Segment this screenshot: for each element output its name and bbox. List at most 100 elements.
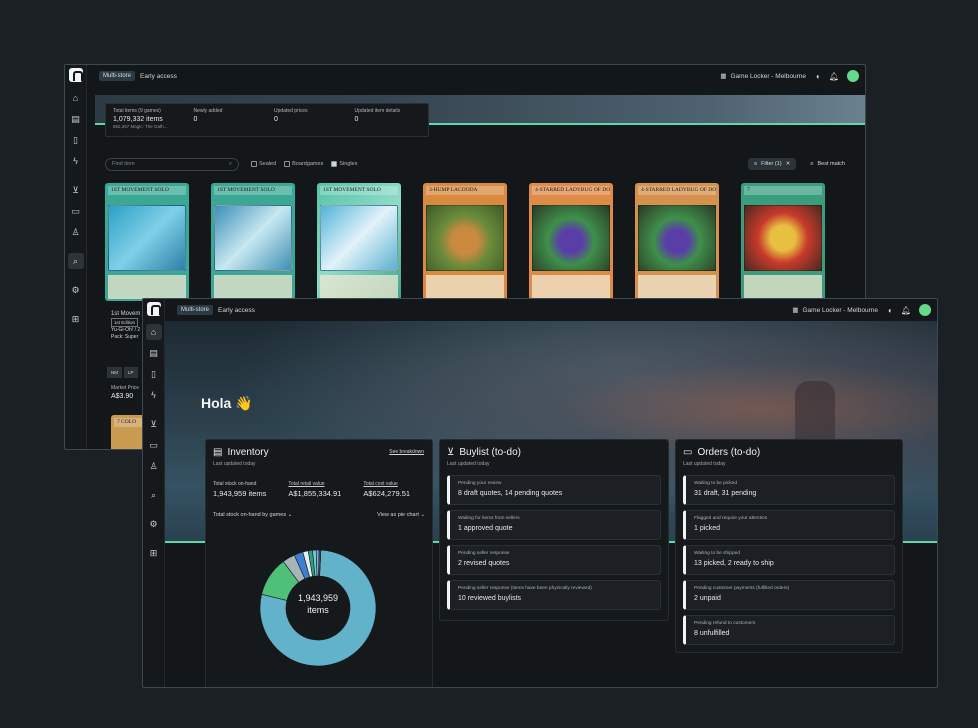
bookmark-icon[interactable]: ▯ [68,132,84,148]
wave-emoji: 👋 [235,395,253,411]
home-icon[interactable]: ⌂ [145,324,162,340]
bell-icon[interactable]: 🔔︎ [901,306,911,315]
market-price: Market Price A$3.90 [111,385,140,400]
metric-retail[interactable]: Total retail value A$1,855,334.91 [288,481,341,498]
card-grid: 1ST MOVEMENT SOLO 1ST MOVEMENT SOLO 1ST … [105,183,825,301]
task-item[interactable]: Waiting for items from sellers 1 approved… [447,510,661,540]
multi-store-badge[interactable]: Multi-store [177,305,214,315]
store-selector[interactable]: ▦ Game Locker - Melbourne [792,306,878,315]
donut-chart: 1,943,959 items [256,546,380,670]
sidebar: ⌂ ▤ ▯ ϟ ⊻ ▭ ♙ ⌕ ⚙ ⊞ [65,65,87,449]
condition-lp[interactable]: LP [124,367,138,378]
task-item[interactable]: Flagged and require your attention 1 pick… [683,510,895,540]
bookmark-icon[interactable]: ▯ [146,366,162,382]
home-icon[interactable]: ⌂ [68,90,84,106]
product-card[interactable]: 1ST MOVEMENT SOLO [105,183,189,301]
metric-cost[interactable]: Total cost value A$624,279.51 [363,481,410,498]
donut-center-label: 1,943,959 items [297,593,339,615]
avatar[interactable] [847,70,859,82]
task-item[interactable]: Pending refund to customers 8 unfulfilled [683,615,895,645]
orders-panel: ▭ Orders (to-do) Last updated today Waiti… [675,439,903,653]
filter-icon: ≡ [753,161,758,167]
view-toggle-dropdown[interactable]: View as pie chart ⌄ [377,512,425,518]
store-icon: ▦ [792,307,799,314]
search-icon: ⌕ [228,160,232,167]
group-by-dropdown[interactable]: Total stock on-hand by games ⌄ [213,512,292,518]
orders-title: ▭ Orders (to-do) [683,447,761,458]
stat-updated-prices: Updated prices 0 [274,108,308,123]
early-access-label: Early access [218,306,255,314]
metric-stock: Total stock on-hand 1,943,959 items [213,481,267,498]
top-bar: Multi-store Early access ▦ Game Locker - … [87,65,865,87]
task-item[interactable]: Pending seller response (items have been… [447,580,661,610]
inbox-icon[interactable]: ▭ [68,203,84,219]
sort-button[interactable]: ≡ Best match [804,158,851,170]
task-item[interactable]: Pending seller response 2 revised quotes [447,545,661,575]
search-input[interactable]: Find item ⌕ [105,157,239,171]
checkbox-boardgames[interactable]: Boardgames [284,161,323,167]
product-card[interactable]: 1ST MOVEMENT SOLO [317,183,401,301]
stat-total-items: Total items (9 games) 1,079,332 items 86… [113,108,168,129]
product-card[interactable]: 4-STARRED LADYBUG OF DOOM [529,183,613,301]
product-card[interactable]: 7 [741,183,825,301]
stat-newly-added: Newly added 0 [193,108,223,123]
inventory-metrics: Total stock on-hand 1,943,959 items Tota… [213,481,425,498]
apps-icon[interactable]: ⊞ [68,311,84,327]
product-card[interactable]: 3-HUMP LACOODA [423,183,507,301]
buylist-panel: ⊻ Buylist (to-do) Last updated today Pend… [439,439,669,621]
lightning-icon[interactable]: ϟ [146,387,162,403]
avatar[interactable] [919,304,931,316]
filter-row: Find item ⌕ Sealed Boardgames Singles ≡ … [105,157,851,171]
bell-icon[interactable]: 🔔︎ [829,72,839,81]
store-selector[interactable]: ▦ Game Locker - Melbourne [720,72,806,81]
checkbox-singles[interactable]: Singles [331,161,357,167]
sidebar: ⌂ ▤ ▯ ϟ ⊻ ▭ ♙ ⌕ ⚙ ⊞ [143,299,165,687]
clipboard-icon[interactable]: ▤ [68,111,84,127]
front-window: ⌂ ▤ ▯ ϟ ⊻ ▭ ♙ ⌕ ⚙ ⊞ Multi-store Early ac… [142,298,938,688]
task-item[interactable]: Waiting to be picked 31 draft, 31 pending [683,475,895,505]
buylist-tasks: Pending your review 8 draft quotes, 14 pe… [447,475,661,610]
cart-icon[interactable]: ⊻ [146,416,162,432]
clipboard-icon[interactable]: ▤ [146,345,162,361]
stats-panel: Total items (9 games) 1,079,332 items 86… [105,103,429,137]
sort-icon: ≡ [810,161,814,167]
product-card[interactable]: 4-STARRED LADYBUG OF DOOM [635,183,719,301]
user-icon[interactable]: ♙ [146,458,162,474]
task-item[interactable]: Pending your review 8 draft quotes, 14 pe… [447,475,661,505]
stat-updated-details: Updated item details 0 [354,108,401,123]
apps-icon[interactable]: ⊞ [146,545,162,561]
search-icon[interactable]: ⌕ [67,253,84,269]
task-item[interactable]: Pending customer payments (fulfilled ord… [683,580,895,610]
gear-icon[interactable]: ⚙ [146,516,162,532]
task-item[interactable]: Waiting to be shipped 13 picked, 2 ready … [683,545,895,575]
product-card[interactable]: 1ST MOVEMENT SOLO [211,183,295,301]
inventory-controls: Total stock on-hand by games ⌄ View as p… [213,512,425,518]
edition-badge: 1st Edition [111,318,139,327]
search-icon[interactable]: ⌕ [146,487,162,503]
store-icon: ▦ [720,73,727,80]
user-icon[interactable]: ♙ [68,224,84,240]
early-access-label: Early access [140,72,177,80]
lightning-icon[interactable]: ϟ [68,153,84,169]
gear-icon[interactable]: ⚙ [68,282,84,298]
close-icon[interactable]: ✕ [786,161,791,167]
inbox-icon[interactable]: ▭ [146,437,162,453]
dark-mode-icon[interactable]: ◐ [888,306,893,315]
buylist-title: ⊻ Buylist (to-do) [447,447,522,458]
cart-icon[interactable]: ⊻ [68,182,84,198]
app-logo[interactable] [68,68,83,82]
condition-selector: NM LP [107,367,138,378]
clipboard-icon: ▤ [213,447,223,458]
checkbox-sealed[interactable]: Sealed [251,161,276,167]
greeting: Hola 👋 [201,395,253,411]
orders-tasks: Waiting to be picked 31 draft, 31 pending… [683,475,895,645]
product-info: 1st Movem 1st Edition Yu-Gi-Oh! / 2 Pack… [111,311,141,340]
cart-icon: ⊻ [447,447,455,458]
inventory-panel: ▤ Inventory Last updated today See breakd… [205,439,433,687]
dark-mode-icon[interactable]: ◐ [816,72,821,81]
multi-store-badge[interactable]: Multi-store [99,71,136,81]
app-logo[interactable] [146,302,161,316]
see-breakdown-link[interactable]: See breakdown [389,449,424,455]
filter-button[interactable]: ≡ Filter (1) ✕ [747,158,797,170]
condition-nm[interactable]: NM [107,367,122,378]
